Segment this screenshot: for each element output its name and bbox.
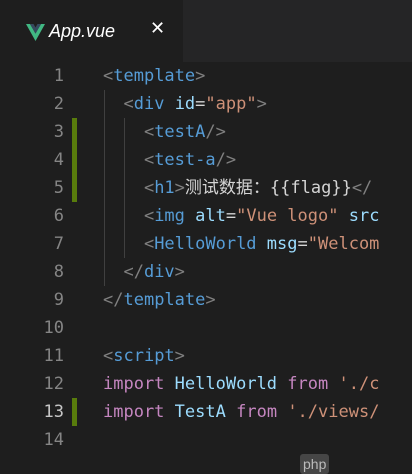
code-text: <script> <box>103 346 185 366</box>
line-number: 2 <box>53 94 64 114</box>
code-text: <h1>测试数据：{{flag}}</ <box>103 178 373 198</box>
code-line[interactable]: 5 <h1>测试数据：{{flag}}</ <box>0 174 412 202</box>
tab-app-vue[interactable]: App.vue ✕ <box>0 0 183 62</box>
line-number: 9 <box>53 290 64 310</box>
line-number: 5 <box>53 178 64 198</box>
git-modified-marker <box>72 174 77 202</box>
git-modified-marker <box>72 118 77 146</box>
code-line[interactable]: 4 <test-a/> <box>0 146 412 174</box>
git-modified-marker <box>72 146 77 174</box>
line-number: 4 <box>53 150 64 170</box>
code-line[interactable]: 2 <div id="app"> <box>0 90 412 118</box>
code-text: </template> <box>103 290 216 310</box>
code-line[interactable]: 9 </template> <box>0 286 412 314</box>
close-icon[interactable]: ✕ <box>150 18 165 39</box>
code-text: <testA/> <box>103 122 226 142</box>
vue-logo-icon <box>26 24 45 41</box>
code-text: <template> <box>103 66 206 86</box>
code-line[interactable]: 3 <testA/> <box>0 118 412 146</box>
code-text: <div id="app"> <box>103 94 267 114</box>
code-text: <img alt="Vue logo" src <box>103 206 380 226</box>
code-text: import HelloWorld from './c <box>103 374 380 394</box>
line-number: 1 <box>53 66 64 86</box>
line-number: 10 <box>43 318 64 338</box>
code-editor[interactable]: 1 <template> 2 <div id="app"> 3 <testA/> 4 <… <box>0 62 412 474</box>
code-line[interactable]: 1 <template> <box>0 62 412 90</box>
code-line[interactable]: 6 <img alt="Vue logo" src <box>0 202 412 230</box>
line-number: 14 <box>43 430 64 450</box>
line-number: 13 <box>43 402 64 422</box>
watermark: php <box>300 454 330 474</box>
code-line[interactable]: 7 <HelloWorld msg="Welcom <box>0 230 412 258</box>
line-number: 3 <box>53 122 64 142</box>
code-text: import TestA from './views/ <box>103 402 380 422</box>
code-line[interactable]: 12 import HelloWorld from './c <box>0 370 412 398</box>
line-number: 6 <box>53 206 64 226</box>
line-number: 11 <box>43 346 64 366</box>
line-number: 12 <box>43 374 64 394</box>
code-line[interactable]: 14 <box>0 426 412 454</box>
indent-guide <box>124 118 125 258</box>
code-text: </div> <box>103 262 185 282</box>
code-line[interactable]: 10 <box>0 314 412 342</box>
tab-title: App.vue <box>49 21 116 41</box>
code-text: <HelloWorld msg="Welcom <box>103 234 380 254</box>
git-modified-marker <box>72 398 77 426</box>
code-line[interactable]: 13 import TestA from './views/ <box>0 398 412 426</box>
code-line[interactable]: 8 </div> <box>0 258 412 286</box>
indent-guide <box>104 90 105 286</box>
code-text: <test-a/> <box>103 150 237 170</box>
line-number: 8 <box>53 262 64 282</box>
tab-bar: App.vue ✕ <box>0 0 412 62</box>
code-line[interactable]: 11 <script> <box>0 342 412 370</box>
line-number: 7 <box>53 234 64 254</box>
